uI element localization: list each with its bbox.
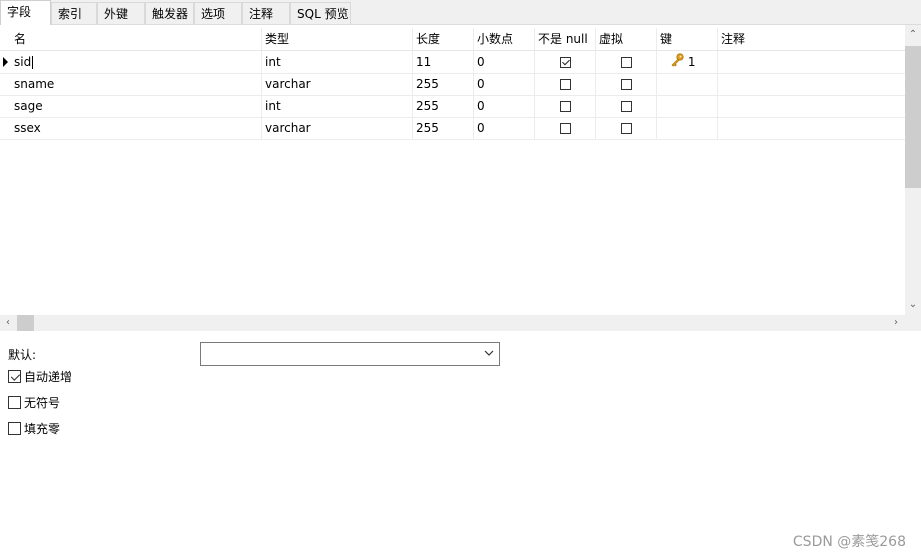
vertical-scroll-thumb[interactable] [905,46,921,188]
tab-fields[interactable]: 字段 [0,0,51,25]
key-cell[interactable] [657,95,718,117]
field-name-cell[interactable]: ssex [11,117,262,139]
tab-indexes[interactable]: 索引 [51,2,97,24]
scroll-down-icon[interactable]: ⌄ [905,297,921,313]
field-name-text: sid [14,55,32,69]
tab-options-label: 选项 [201,7,226,21]
chevron-down-icon [483,345,495,364]
text-cursor [32,56,34,69]
comment-cell[interactable] [718,95,905,117]
column-header-length[interactable]: 长度 [413,28,474,50]
virtual-checkbox[interactable] [620,79,632,90]
unsigned-option[interactable]: 无符号 [8,395,60,411]
tab-foreign-keys-label: 外键 [104,7,129,21]
column-header-key[interactable]: 键 [657,28,718,50]
tab-fields-label: 字段 [7,5,32,19]
zerofill-checkbox[interactable] [8,422,21,435]
auto-increment-option[interactable]: 自动递增 [8,369,72,385]
field-name-cell[interactable]: sid [11,51,262,73]
scroll-right-icon[interactable]: › [888,315,904,331]
key-cell[interactable]: 1 [657,51,718,73]
virtual-checkbox[interactable] [620,101,632,112]
field-type-cell[interactable]: int [262,95,413,117]
scrollbar-corner [905,315,921,331]
field-length-cell[interactable]: 255 [413,73,474,95]
comment-cell[interactable] [718,51,905,73]
field-name-cell[interactable]: sage [11,95,262,117]
field-length-cell[interactable]: 11 [413,51,474,73]
column-header-virtual[interactable]: 虚拟 [596,28,657,50]
tab-foreign-keys[interactable]: 外键 [97,2,145,24]
key-cell[interactable] [657,73,718,95]
column-header-type[interactable]: 类型 [262,28,413,50]
tab-comments[interactable]: 注释 [242,2,290,24]
scroll-left-icon[interactable]: ‹ [0,315,16,331]
field-name-cell[interactable]: sname [11,73,262,95]
not-null-checkbox[interactable] [559,57,571,68]
not-null-checkbox[interactable] [559,101,571,112]
virtual-checkbox[interactable] [620,57,632,68]
current-row-indicator-icon [3,57,8,67]
virtual-cell [596,73,657,95]
auto-increment-label: 自动递增 [24,370,73,384]
column-header-name[interactable]: 名 [11,28,262,50]
not-null-cell [535,51,596,73]
zerofill-option[interactable]: 填充零 [8,421,60,437]
tab-triggers[interactable]: 触发器 [145,2,194,24]
tab-options[interactable]: 选项 [194,2,242,24]
virtual-cell [596,95,657,117]
unsigned-label: 无符号 [24,396,61,410]
horizontal-scrollbar[interactable] [0,315,905,331]
zerofill-label: 填充零 [24,422,61,436]
virtual-cell [596,51,657,73]
table-row[interactable]: ssex varchar 255 0 [0,117,905,140]
watermark: CSDN @素笺268 [792,534,906,550]
scroll-up-icon[interactable]: ⌃ [905,27,921,43]
table-row[interactable]: sage int 255 0 [0,95,905,118]
tab-sql-preview[interactable]: SQL 预览 [290,2,351,24]
field-type-cell[interactable]: int [262,51,413,73]
horizontal-scroll-thumb[interactable] [17,315,34,331]
tab-bar: 字段 索引 外键 触发器 选项 注释 SQL 预览 [0,0,921,25]
field-type-cell[interactable]: varchar [262,73,413,95]
not-null-checkbox[interactable] [559,123,571,134]
default-label: 默认: [8,348,37,362]
not-null-cell [535,73,596,95]
field-decimals-cell[interactable]: 0 [474,117,535,139]
not-null-cell [535,95,596,117]
default-value-select[interactable] [200,342,500,366]
key-cell[interactable] [657,117,718,139]
field-length-cell[interactable]: 255 [413,117,474,139]
not-null-cell [535,117,596,139]
field-decimals-cell[interactable]: 0 [474,51,535,73]
table-row[interactable]: sname varchar 255 0 [0,73,905,96]
field-type-cell[interactable]: varchar [262,117,413,139]
tab-comments-label: 注释 [249,7,274,21]
grid-header: 名 类型 长度 小数点 不是 null 虚拟 键 注释 [0,28,905,51]
auto-increment-checkbox[interactable] [8,370,21,383]
column-header-not-null[interactable]: 不是 null [535,28,596,50]
key-order-text: 1 [687,55,696,69]
column-header-comment[interactable]: 注释 [718,28,905,50]
virtual-cell [596,117,657,139]
key-icon [670,52,684,74]
tab-indexes-label: 索引 [58,7,83,21]
tab-triggers-label: 触发器 [152,7,189,21]
field-decimals-cell[interactable]: 0 [474,73,535,95]
comment-cell[interactable] [718,117,905,139]
field-decimals-cell[interactable]: 0 [474,95,535,117]
field-length-cell[interactable]: 255 [413,95,474,117]
virtual-checkbox[interactable] [620,123,632,134]
unsigned-checkbox[interactable] [8,396,21,409]
fields-grid[interactable]: 名 类型 长度 小数点 不是 null 虚拟 键 注释 sid int 11 0… [0,25,905,315]
tab-sql-preview-label: SQL 预览 [297,7,349,21]
column-header-decimals[interactable]: 小数点 [474,28,535,50]
not-null-checkbox[interactable] [559,79,571,90]
table-row[interactable]: sid int 11 0 1 [0,51,905,74]
comment-cell[interactable] [718,73,905,95]
